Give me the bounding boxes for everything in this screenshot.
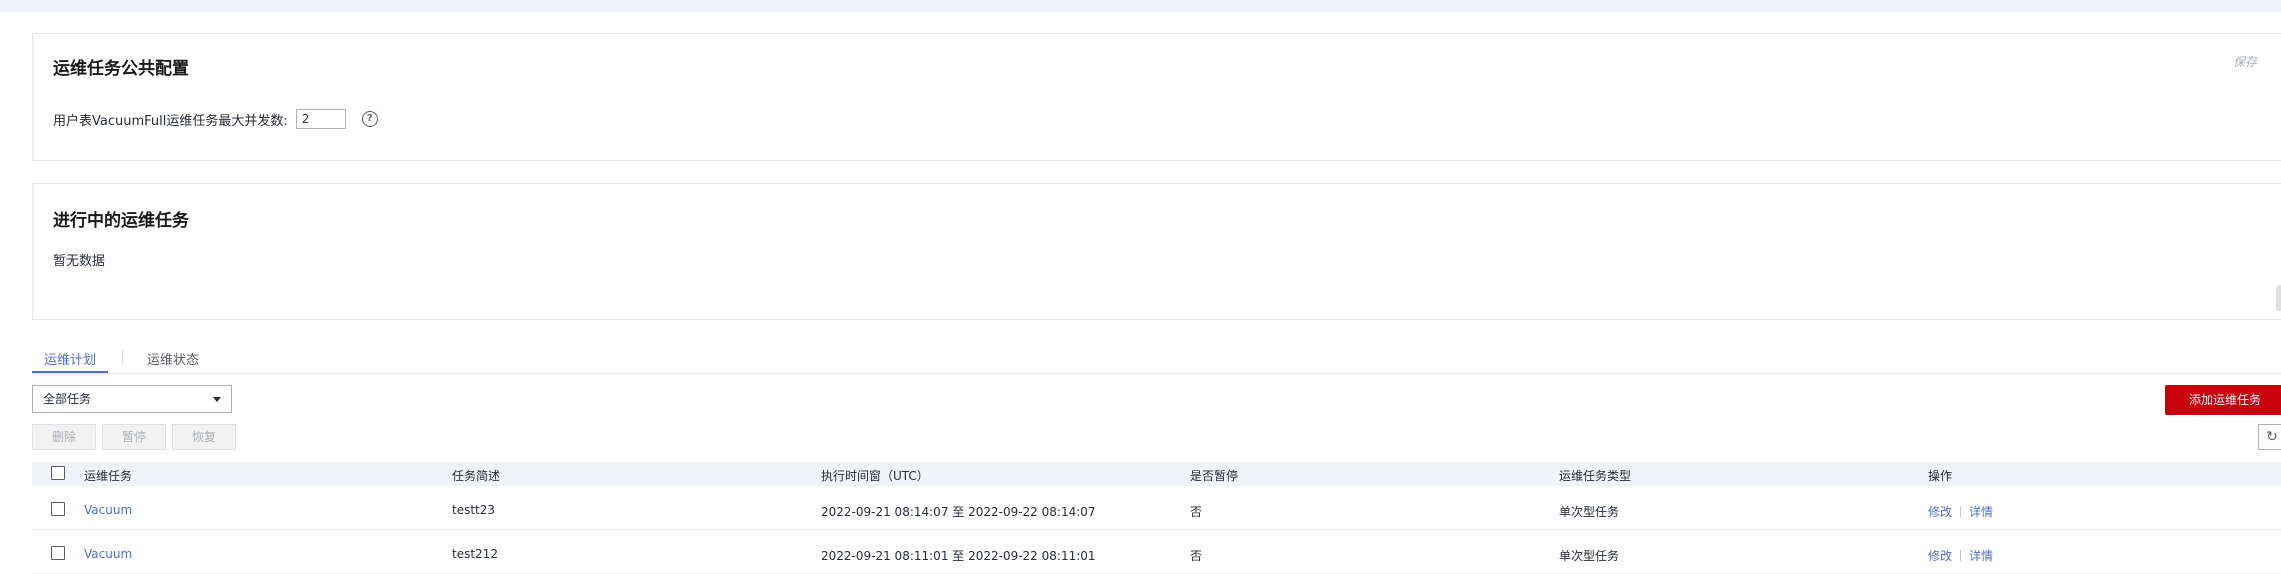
config-card-title: 运维任务公共配置 [53, 59, 189, 79]
task-paused: 否 [1190, 549, 1203, 563]
tab-bar: 运维计划 运维状态 [31, 345, 2281, 374]
task-link[interactable]: Vacuum [84, 503, 132, 517]
column-header-description: 任务简述 [452, 469, 501, 483]
column-header-paused: 是否暂停 [1190, 469, 1239, 483]
delete-button[interactable]: 删除 [32, 424, 96, 450]
table-row: Vacuum test212 2022-09-21 08:11:01 至 202… [32, 535, 2281, 574]
side-panel-handle[interactable] [2276, 285, 2281, 311]
concurrency-row: 用户表VacuumFull运维任务最大并发数: 2 ? [53, 109, 378, 129]
save-button[interactable]: 保存 [2233, 53, 2257, 70]
task-filter-value: 全部任务 [43, 392, 92, 406]
row-actions: 修改 详情 [1928, 547, 1993, 564]
column-header-type: 运维任务类型 [1559, 469, 1632, 483]
task-link[interactable]: Vacuum [84, 547, 132, 561]
tab-divider [122, 350, 123, 364]
task-filter-select[interactable]: 全部任务 [32, 385, 232, 413]
tab-maintenance-plan[interactable]: 运维计划 [31, 349, 109, 373]
action-divider [1960, 506, 1962, 517]
add-task-button[interactable]: 添加运维任务 [2165, 385, 2281, 415]
task-window: 2022-09-21 08:14:07 至 2022-09-22 08:14:0… [821, 505, 1096, 519]
table-header: 运维任务 任务简述 执行时间窗（UTC） 是否暂停 运维任务类型 操作 [32, 462, 2281, 486]
empty-state-text: 暂无数据 [53, 254, 106, 269]
concurrency-label: 用户表VacuumFull运维任务最大并发数: [53, 113, 288, 129]
column-header-actions: 操作 [1928, 469, 1953, 483]
column-header-window: 执行时间窗（UTC） [821, 469, 929, 483]
top-strip [0, 0, 2281, 12]
task-description: testt23 [452, 503, 496, 517]
detail-link[interactable]: 详情 [1969, 547, 1993, 564]
config-card: 运维任务公共配置 保存 用户表VacuumFull运维任务最大并发数: 2 ? [32, 33, 2281, 161]
select-all-checkbox[interactable] [51, 466, 65, 480]
task-type: 单次型任务 [1559, 505, 1620, 519]
edit-link[interactable]: 修改 [1928, 547, 1952, 564]
running-tasks-title: 进行中的运维任务 [53, 211, 189, 231]
chevron-down-icon [213, 397, 221, 402]
task-paused: 否 [1190, 505, 1203, 519]
pause-button[interactable]: 暂停 [102, 424, 166, 450]
action-divider [1960, 550, 1962, 561]
table-row: Vacuum testt23 2022-09-21 08:14:07 至 202… [32, 491, 2281, 530]
row-actions: 修改 详情 [1928, 503, 1993, 520]
running-tasks-card: 进行中的运维任务 暂无数据 [32, 183, 2281, 320]
help-icon[interactable]: ? [361, 111, 378, 127]
edit-link[interactable]: 修改 [1928, 503, 1952, 520]
resume-button[interactable]: 恢复 [172, 424, 236, 450]
concurrency-input[interactable]: 2 [295, 109, 346, 129]
task-window: 2022-09-21 08:11:01 至 2022-09-22 08:11:0… [821, 549, 1096, 563]
task-description: test212 [452, 547, 498, 561]
tab-maintenance-status[interactable]: 运维状态 [147, 349, 199, 368]
row-checkbox[interactable] [51, 502, 65, 516]
row-checkbox[interactable] [51, 546, 65, 560]
refresh-icon[interactable]: ↻ [2258, 424, 2281, 450]
detail-link[interactable]: 详情 [1969, 503, 1993, 520]
column-header-task: 运维任务 [84, 469, 133, 483]
task-type: 单次型任务 [1559, 549, 1620, 563]
